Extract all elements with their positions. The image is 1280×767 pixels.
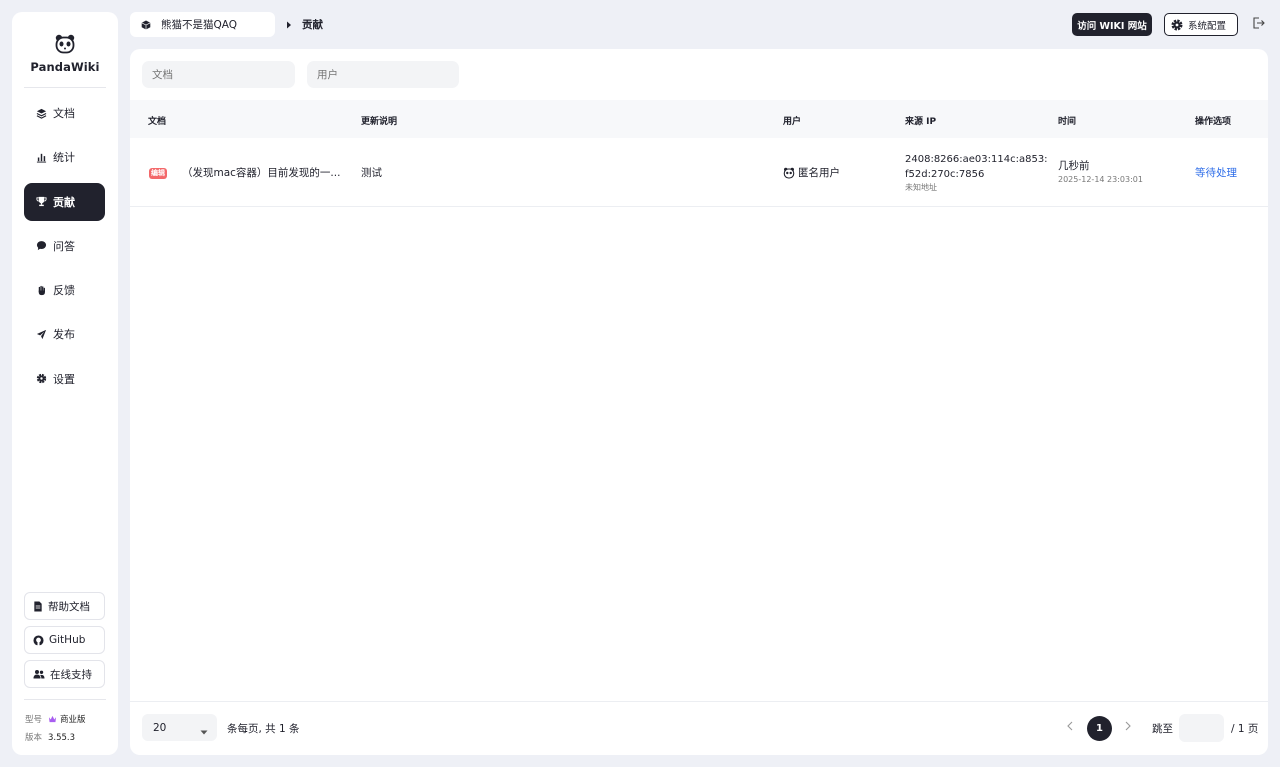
sidebar-item-contribution[interactable]: 贡献 <box>24 182 105 221</box>
sidebar-links: 帮助文档 GitHub 在线支持 <box>24 592 105 694</box>
chat-bubble-icon <box>36 240 47 251</box>
page-size-value: 20 <box>153 721 167 734</box>
app-name: PandaWiki <box>30 60 100 74</box>
sidebar-item-feedback[interactable]: 反馈 <box>24 271 105 309</box>
edition-label: 型号 <box>25 715 43 725</box>
pagination-bar: 20 条每页, 共 1 条 1 跳至 / 1 页 <box>130 701 1268 755</box>
logout-icon[interactable] <box>1252 17 1265 32</box>
time-relative: 几秒前 <box>1058 160 1090 172</box>
ip-line: f52d:270c:7856 <box>905 169 985 180</box>
version-value: 3.55.3 <box>48 733 76 743</box>
time-exact: 2025-12-14 23:03:01 <box>1058 175 1143 184</box>
version-row: 版本 3.55.3 <box>25 730 86 747</box>
app-logo[interactable]: PandaWiki <box>12 34 118 74</box>
edition-row: 型号 商业版 <box>25 712 86 730</box>
sidebar-item-stats[interactable]: 统计 <box>24 138 105 176</box>
user-name: 匿名用户 <box>798 167 840 179</box>
top-bar: 熊猫不是猫QAQ 贡献 访问 WIKI 网站 系统配置 <box>130 12 1268 37</box>
visit-wiki-button[interactable]: 访问 WIKI 网站 <box>1072 13 1152 36</box>
sidebar-item-label: 设置 <box>53 372 75 386</box>
total-pages: / 1 页 <box>1231 723 1259 735</box>
crown-icon <box>48 713 57 730</box>
edit-tag-badge: 编辑 <box>149 168 167 179</box>
sidebar-item-settings[interactable]: 设置 <box>24 360 105 398</box>
sidebar-item-label: 问答 <box>53 239 75 253</box>
next-page-icon[interactable] <box>1125 721 1131 734</box>
pending-action-link[interactable]: 等待处理 <box>1195 165 1237 180</box>
source-ip-cell: 2408:8266:ae03:114c:a853: f52d:270c:7856… <box>905 152 1048 193</box>
jump-to-label: 跳至 <box>1152 723 1173 735</box>
sidebar-item-label: 反馈 <box>53 284 75 298</box>
ip-line: 2408:8266:ae03:114c:a853: <box>905 154 1048 165</box>
sidebar-item-docs[interactable]: 文档 <box>24 94 105 132</box>
edition-value: 商业版 <box>60 715 86 725</box>
group-icon <box>33 669 45 679</box>
caret-down-icon <box>200 726 208 738</box>
table-header: 文档 更新说明 用户 来源 IP 时间 操作选项 <box>130 100 1268 138</box>
version-label: 版本 <box>25 733 43 743</box>
online-support-label: 在线支持 <box>50 668 92 681</box>
hand-icon <box>36 285 47 296</box>
sidebar-item-label: 发布 <box>53 328 75 342</box>
document-icon <box>33 600 43 612</box>
jump-page-input[interactable] <box>1179 714 1224 742</box>
wiki-name: 熊猫不是猫QAQ <box>161 19 238 31</box>
wiki-selector[interactable]: 熊猫不是猫QAQ <box>130 12 275 37</box>
help-docs-button[interactable]: 帮助文档 <box>24 592 105 620</box>
col-actions: 操作选项 <box>1195 117 1232 127</box>
col-user: 用户 <box>783 117 802 127</box>
gear-icon <box>1171 18 1183 31</box>
sidebar-item-label: 贡献 <box>53 195 75 209</box>
col-doc: 文档 <box>148 117 167 127</box>
doc-title-link[interactable]: （发现mac容器）目前发现的一... <box>182 165 342 180</box>
system-config-button[interactable]: 系统配置 <box>1164 13 1238 36</box>
help-docs-label: 帮助文档 <box>48 600 90 613</box>
user-filter-input[interactable] <box>307 61 459 88</box>
version-info: 型号 商业版 版本 3.55.3 <box>25 712 86 747</box>
page-size-select[interactable]: 20 <box>142 714 217 741</box>
github-label: GitHub <box>49 634 86 646</box>
sidebar-item-label: 文档 <box>53 107 75 120</box>
system-config-label: 系统配置 <box>1188 20 1227 32</box>
github-icon <box>33 634 44 646</box>
bar-chart-icon <box>36 152 47 163</box>
caret-right-icon <box>286 19 292 32</box>
divider <box>24 87 106 88</box>
layers-icon <box>36 108 47 119</box>
cube-icon <box>141 20 151 30</box>
ip-location: 未知地址 <box>905 183 937 192</box>
page-number-button[interactable]: 1 <box>1087 716 1112 741</box>
divider <box>24 699 106 700</box>
trophy-icon <box>36 196 47 207</box>
online-support-button[interactable]: 在线支持 <box>24 660 105 688</box>
pagination-info: 条每页, 共 1 条 <box>227 723 300 735</box>
github-button[interactable]: GitHub <box>24 626 105 654</box>
panda-logo-icon <box>55 34 75 54</box>
doc-filter-input[interactable] <box>142 61 295 88</box>
prev-page-icon[interactable] <box>1067 721 1073 734</box>
main-panel: 文档 更新说明 用户 来源 IP 时间 操作选项 编辑 （发现mac容器）目前发… <box>130 49 1268 755</box>
col-remark: 更新说明 <box>361 117 398 127</box>
breadcrumb-current: 贡献 <box>302 19 323 31</box>
sidebar: PandaWiki 文档 统计 贡献 问答 反馈 发布 设置 帮助文档 GitH… <box>12 12 118 755</box>
send-icon <box>36 329 47 340</box>
user-cell: 匿名用户 <box>783 165 840 180</box>
table-row: 编辑 （发现mac容器）目前发现的一... 测试 匿名用户 2408:8266:… <box>130 138 1268 207</box>
sidebar-item-publish[interactable]: 发布 <box>24 315 105 353</box>
update-remark: 测试 <box>361 167 382 179</box>
panda-avatar-icon <box>783 167 795 179</box>
time-cell: 几秒前 2025-12-14 23:03:01 <box>1058 158 1143 184</box>
col-time: 时间 <box>1058 117 1077 127</box>
sidebar-item-label: 统计 <box>53 151 75 165</box>
sidebar-nav: 文档 统计 贡献 问答 反馈 发布 设置 <box>24 94 105 404</box>
col-source-ip: 来源 IP <box>905 117 937 127</box>
gear-icon <box>36 373 47 384</box>
sidebar-item-qa[interactable]: 问答 <box>24 227 105 265</box>
